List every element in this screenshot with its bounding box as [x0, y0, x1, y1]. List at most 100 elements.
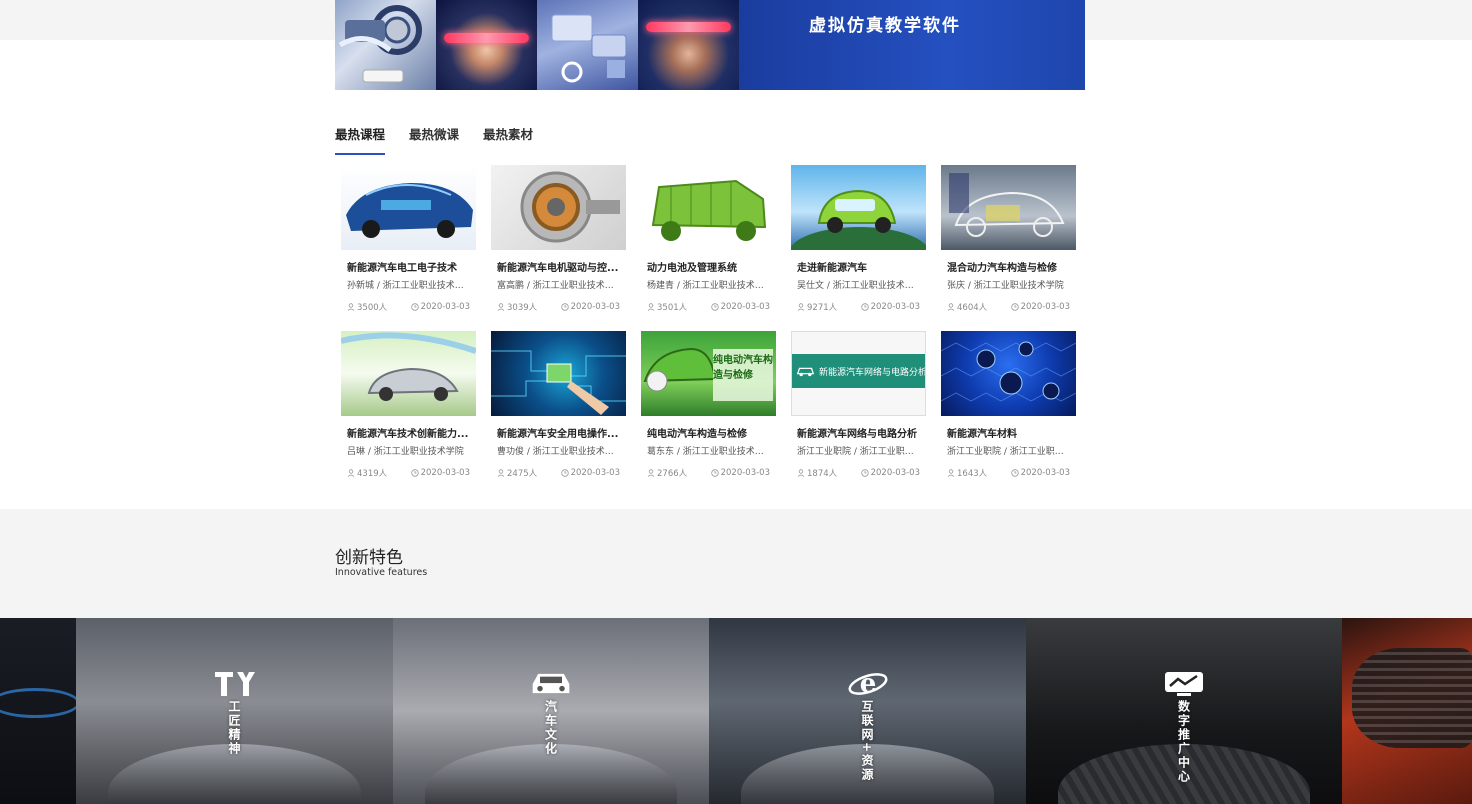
- course-learner-count: 1643人: [957, 469, 988, 479]
- course-thumbnail[interactable]: [491, 165, 626, 250]
- course-card[interactable]: 新能源汽车技术创新能力... 吕琳 / 浙江工业职业技术学院 4319人 202…: [341, 331, 476, 479]
- course-title[interactable]: 走进新能源汽车: [791, 259, 919, 274]
- feature-strip: 工匠精神 汽车文化 e 互联网+资源 数字推广中心: [0, 618, 1472, 804]
- course-date: 2020-03-03: [870, 468, 920, 478]
- course-thumbnail[interactable]: 新能源汽车网络与电路分析: [791, 331, 926, 416]
- course-meta: 3501人 2020-03-03: [641, 301, 776, 313]
- clock-icon: [560, 303, 569, 311]
- feature-card-craftsmanship[interactable]: 工匠精神: [76, 618, 393, 804]
- course-title[interactable]: 新能源汽车网络与电路分析: [791, 425, 919, 440]
- course-learner-count: 2475人: [507, 469, 538, 479]
- course-title[interactable]: 纯电动汽车构造与检修: [641, 425, 769, 440]
- course-date: 2020-03-03: [420, 302, 470, 312]
- course-title[interactable]: 新能源汽车技术创新能力...: [341, 425, 469, 440]
- course-date: 2020-03-03: [1020, 302, 1070, 312]
- user-icon: [647, 469, 655, 477]
- clock-icon: [710, 469, 719, 477]
- course-learner-count: 9271人: [807, 303, 838, 313]
- course-title[interactable]: 新能源汽车电机驱动与控...: [491, 259, 619, 274]
- course-date: 2020-03-03: [570, 302, 620, 312]
- features-title: 创新特色: [335, 548, 403, 568]
- tools-icon: [213, 668, 257, 700]
- course-learner-count: 1874人: [807, 469, 838, 479]
- banner-image-vr-man: [638, 0, 739, 90]
- course-meta: 1643人 2020-03-03: [941, 467, 1076, 479]
- feature-card-internet-resources[interactable]: e 互联网+资源: [709, 618, 1026, 804]
- feature-label: 汽车文化: [543, 700, 558, 756]
- course-title[interactable]: 动力电池及管理系统: [641, 259, 769, 274]
- course-date: 2020-03-03: [570, 468, 620, 478]
- car-icon: [529, 668, 573, 700]
- course-learner-count: 4604人: [957, 303, 988, 313]
- tab-hot-materials[interactable]: 最热素材: [483, 124, 533, 155]
- feature-edge-left: [0, 618, 76, 804]
- course-learner-count: 3039人: [507, 303, 538, 313]
- features-subtitle: Innovative features: [335, 567, 428, 578]
- course-teacher: 孙新城 / 浙江工业职业技术学...: [347, 281, 469, 291]
- user-icon: [347, 303, 355, 311]
- course-card[interactable]: 新能源汽车网络与电路分析 新能源汽车网络与电路分析 浙江工业职院 / 浙江工业职…: [791, 331, 926, 479]
- course-meta: 3039人 2020-03-03: [491, 301, 626, 313]
- clock-icon: [1010, 303, 1019, 311]
- course-teacher: 吕琳 / 浙江工业职业技术学院: [347, 447, 464, 457]
- course-learner-count: 3500人: [357, 303, 388, 313]
- thumbnail-overlay-text: 纯电动汽车构造与检修: [713, 355, 773, 381]
- feature-card-car-culture[interactable]: 汽车文化: [393, 618, 709, 804]
- user-icon: [797, 469, 805, 477]
- course-date: 2020-03-03: [420, 468, 470, 478]
- course-title[interactable]: 新能源汽车电工电子技术: [341, 259, 469, 274]
- course-meta: 1874人 2020-03-03: [791, 467, 926, 479]
- course-meta: 4319人 2020-03-03: [341, 467, 476, 479]
- course-grid: 新能源汽车电工电子技术 孙新城 / 浙江工业职业技术学... 3500人 202…: [341, 165, 1081, 479]
- clock-icon: [560, 469, 569, 477]
- feature-edge-right: [1342, 618, 1472, 804]
- feature-label: 互联网+资源: [860, 700, 874, 783]
- user-icon: [947, 469, 955, 477]
- course-learner-count: 4319人: [357, 469, 388, 479]
- thumbnail-overlay-text: 新能源汽车网络与电路分析: [818, 367, 926, 378]
- course-teacher: 富高鹏 / 浙江工业职业技术学...: [497, 281, 619, 291]
- banner-title: 虚拟仿真教学软件: [809, 16, 961, 36]
- course-thumbnail[interactable]: [941, 331, 1076, 416]
- user-icon: [347, 469, 355, 477]
- feature-card-digital-promotion[interactable]: 数字推广中心: [1026, 618, 1342, 804]
- course-teacher: 浙江工业职院 / 浙江工业职业...: [797, 447, 919, 457]
- course-card[interactable]: 新能源汽车材料 浙江工业职院 / 浙江工业职业... 1643人 2020-03…: [941, 331, 1076, 479]
- course-meta: 9271人 2020-03-03: [791, 301, 926, 313]
- course-card[interactable]: 新能源汽车电工电子技术 孙新城 / 浙江工业职业技术学... 3500人 202…: [341, 165, 476, 313]
- course-teacher: 杨建青 / 浙江工业职业技术学...: [647, 281, 769, 291]
- banner[interactable]: 虚拟仿真教学软件: [335, 0, 1085, 90]
- course-card[interactable]: 新能源汽车电机驱动与控... 富高鹏 / 浙江工业职业技术学... 3039人 …: [491, 165, 626, 313]
- clock-icon: [860, 303, 869, 311]
- course-card[interactable]: 纯电动汽车构造与检修 纯电动汽车构造与检修 葛东东 / 浙江工业职业技术学...…: [641, 331, 776, 479]
- internet-explorer-icon: e: [846, 668, 890, 700]
- course-title[interactable]: 新能源汽车材料: [941, 425, 1069, 440]
- clock-icon: [710, 303, 719, 311]
- course-meta: 4604人 2020-03-03: [941, 301, 1076, 313]
- course-card[interactable]: 混合动力汽车构造与检修 张庆 / 浙江工业职业技术学院 4604人 2020-0…: [941, 165, 1076, 313]
- course-title[interactable]: 新能源汽车安全用电操作...: [491, 425, 619, 440]
- tab-hot-microcourses[interactable]: 最热微课: [409, 124, 459, 155]
- course-thumbnail[interactable]: [791, 165, 926, 250]
- user-icon: [647, 303, 655, 311]
- course-thumbnail[interactable]: 纯电动汽车构造与检修: [641, 331, 776, 416]
- course-thumbnail[interactable]: [491, 331, 626, 416]
- tab-hot-courses[interactable]: 最热课程: [335, 124, 386, 155]
- user-icon: [797, 303, 805, 311]
- car-outline-icon: [796, 367, 815, 377]
- course-thumbnail[interactable]: [641, 165, 776, 250]
- course-title[interactable]: 混合动力汽车构造与检修: [941, 259, 1069, 274]
- clock-icon: [410, 303, 419, 311]
- course-meta: 3500人 2020-03-03: [341, 301, 476, 313]
- course-card[interactable]: 动力电池及管理系统 杨建青 / 浙江工业职业技术学... 3501人 2020-…: [641, 165, 776, 313]
- clock-icon: [1010, 469, 1019, 477]
- course-card[interactable]: 新能源汽车安全用电操作... 曹功俊 / 浙江工业职业技术学... 2475人 …: [491, 331, 626, 479]
- course-thumbnail[interactable]: [341, 165, 476, 250]
- course-date: 2020-03-03: [720, 468, 770, 478]
- course-thumbnail[interactable]: [941, 165, 1076, 250]
- course-tabs: 最热课程 最热微课 最热素材: [335, 124, 533, 155]
- course-thumbnail[interactable]: [341, 331, 476, 416]
- course-card[interactable]: 走进新能源汽车 吴仕文 / 浙江工业职业技术学... 9271人 2020-03…: [791, 165, 926, 313]
- banner-image-engine: [335, 0, 436, 90]
- clock-icon: [860, 469, 869, 477]
